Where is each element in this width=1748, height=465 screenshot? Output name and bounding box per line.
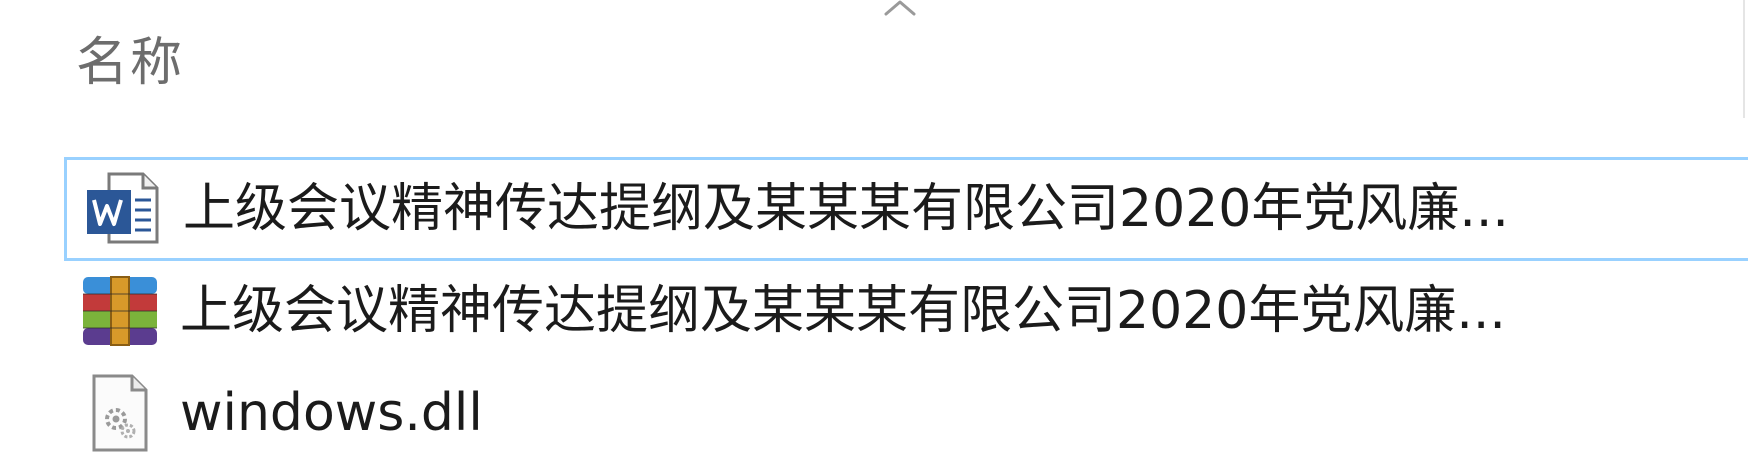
file-row-dll[interactable]: windows.dll [64,361,1748,465]
file-row-archive[interactable]: 上级会议精神传达提纲及某某某有限公司2020年党风廉... [64,259,1748,363]
column-header-name[interactable]: 名称 [76,30,184,96]
file-name: 上级会议精神传达提纲及某某某有限公司2020年党风廉... [180,281,1506,341]
file-list: 名称 上级会议精神传达提纲及某某某有限公司2020年党风廉... 上级会议精神传… [0,0,1748,465]
file-name: 上级会议精神传达提纲及某某某有限公司2020年党风廉... [183,179,1509,239]
file-row-word-document[interactable]: 上级会议精神传达提纲及某某某有限公司2020年党风廉... [64,157,1748,261]
winrar-archive-icon [78,269,162,353]
sort-ascending-icon[interactable] [880,0,920,22]
dll-file-icon [78,371,162,455]
file-name: windows.dll [180,383,483,443]
column-header-label: 名称 [76,33,185,93]
word-document-icon [81,167,165,251]
column-divider[interactable] [1743,0,1745,118]
